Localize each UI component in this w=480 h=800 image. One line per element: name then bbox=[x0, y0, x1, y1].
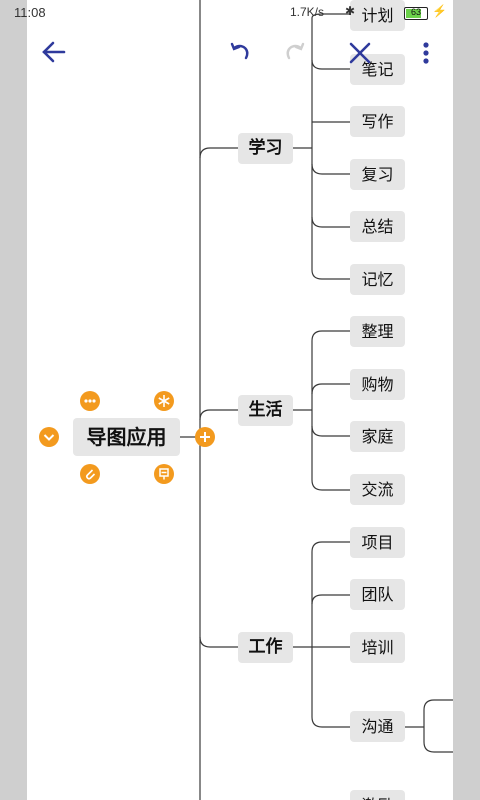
redo-icon bbox=[286, 42, 305, 60]
node-work-training[interactable]: 培训 bbox=[350, 632, 405, 663]
paperclip-icon[interactable] bbox=[80, 464, 100, 484]
root-node[interactable]: 导图应用 bbox=[73, 418, 180, 456]
node-work-communicate[interactable]: 沟通 bbox=[350, 711, 405, 742]
node-life-shopping[interactable]: 购物 bbox=[350, 369, 405, 400]
node-study-summary[interactable]: 总结 bbox=[350, 211, 405, 242]
close-button[interactable] bbox=[347, 40, 373, 70]
branch-study[interactable]: 学习 bbox=[238, 133, 293, 164]
redo-button[interactable] bbox=[282, 39, 308, 69]
status-bar: 11:08 1.7K/s ✱ 63 ⚡ bbox=[0, 0, 480, 28]
chevron-down-icon[interactable] bbox=[39, 427, 59, 447]
node-life-organize[interactable]: 整理 bbox=[350, 316, 405, 347]
branch-life[interactable]: 生活 bbox=[238, 395, 293, 426]
battery-icon: 63 bbox=[404, 7, 428, 20]
network-speed: 1.7K/s bbox=[290, 5, 325, 19]
node-life-family[interactable]: 家庭 bbox=[350, 421, 405, 452]
undo-button[interactable] bbox=[227, 39, 253, 69]
close-x-icon bbox=[349, 42, 371, 64]
mindmap-canvas[interactable]: 计划 笔记 写作 复习 总结 记忆 整理 购物 家庭 交流 项目 团队 培训 沟… bbox=[27, 0, 453, 800]
charging-icon: ⚡ bbox=[432, 4, 447, 18]
asterisk-icon[interactable] bbox=[154, 391, 174, 411]
more-vertical-icon bbox=[423, 42, 429, 64]
node-work-project[interactable]: 项目 bbox=[350, 527, 405, 558]
plus-icon[interactable] bbox=[195, 427, 215, 447]
more-button[interactable] bbox=[417, 40, 435, 70]
node-study-review[interactable]: 复习 bbox=[350, 159, 405, 190]
node-work-team[interactable]: 团队 bbox=[350, 579, 405, 610]
status-time: 11:08 bbox=[14, 5, 46, 20]
node-study-memory[interactable]: 记忆 bbox=[350, 264, 405, 295]
more-horizontal-icon[interactable] bbox=[80, 391, 100, 411]
node-life-communication[interactable]: 交流 bbox=[350, 474, 405, 505]
node-work-motivate[interactable]: 激励 bbox=[350, 790, 405, 800]
note-icon[interactable] bbox=[154, 464, 174, 484]
back-button[interactable] bbox=[40, 38, 68, 70]
branch-work[interactable]: 工作 bbox=[238, 632, 293, 663]
arrow-left-icon bbox=[42, 41, 66, 63]
node-study-writing[interactable]: 写作 bbox=[350, 106, 405, 137]
bluetooth-icon: ✱ bbox=[345, 4, 356, 18]
undo-icon bbox=[230, 42, 249, 60]
